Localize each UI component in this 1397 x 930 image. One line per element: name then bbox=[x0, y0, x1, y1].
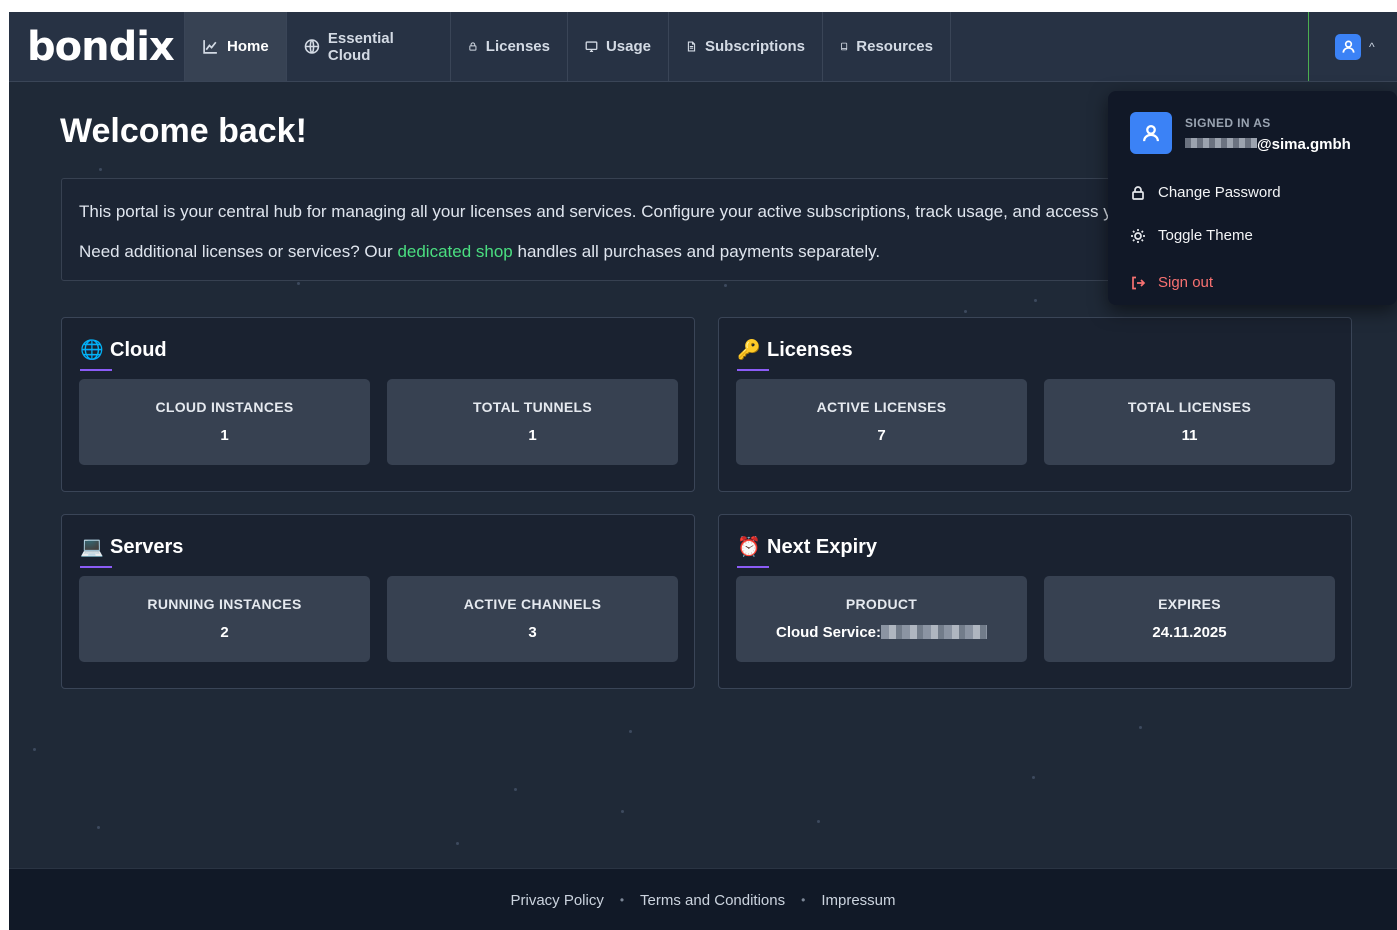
cloud-card: 🌐 Cloud CLOUD INSTANCES 1 TOTAL TUNNELS … bbox=[61, 317, 695, 492]
stat-label: TOTAL LICENSES bbox=[1127, 399, 1252, 415]
licenses-card-title: Licenses bbox=[767, 338, 853, 361]
app-frame: bondix Home Essential Cloud Licenses Usa… bbox=[9, 12, 1397, 930]
servers-card-header: 💻 Servers bbox=[80, 535, 183, 559]
title-underline bbox=[80, 566, 112, 568]
stat-total-licenses: TOTAL LICENSES 11 bbox=[1044, 379, 1335, 465]
user-avatar[interactable] bbox=[1335, 33, 1361, 60]
stat-value: 2 bbox=[220, 624, 229, 641]
footer: Privacy Policy • Terms and Conditions • … bbox=[9, 868, 1397, 930]
stat-label: RUNNING INSTANCES bbox=[147, 596, 302, 612]
page-title: Welcome back! bbox=[60, 112, 307, 150]
stat-value-product: Cloud Service: bbox=[736, 624, 1027, 641]
stat-running-instances: RUNNING INSTANCES 2 bbox=[79, 576, 370, 662]
servers-card-title: Servers bbox=[110, 535, 184, 558]
nav-subscriptions-label: Subscriptions bbox=[704, 38, 805, 55]
top-navbar: bondix Home Essential Cloud Licenses Usa… bbox=[9, 12, 1397, 82]
computer-icon: 💻 bbox=[80, 537, 104, 558]
nav-home[interactable]: Home bbox=[184, 12, 286, 81]
stat-label: TOTAL TUNNELS bbox=[472, 399, 592, 415]
user-icon bbox=[1143, 125, 1159, 142]
nav-subscriptions[interactable]: Subscriptions bbox=[668, 12, 822, 81]
toggle-theme-label: Toggle Theme bbox=[1158, 227, 1253, 244]
next-expiry-card-header: ⏰ Next Expiry bbox=[737, 535, 877, 559]
cloud-card-header: 🌐 Cloud bbox=[80, 338, 167, 362]
globe-icon: 🌐 bbox=[80, 340, 104, 361]
chart-line-icon bbox=[203, 40, 217, 54]
stat-active-channels: ACTIVE CHANNELS 3 bbox=[387, 576, 678, 662]
terms-link[interactable]: Terms and Conditions bbox=[640, 892, 785, 909]
nav-usage[interactable]: Usage bbox=[567, 12, 668, 81]
stat-expires: EXPIRES 24.11.2025 bbox=[1044, 576, 1335, 662]
nav-home-label: Home bbox=[227, 38, 269, 55]
user-menu-toggle[interactable]: ^ bbox=[1308, 12, 1397, 81]
stat-label: ACTIVE CHANNELS bbox=[463, 596, 602, 612]
stat-value: 24.11.2025 bbox=[1152, 624, 1227, 641]
stat-label: PRODUCT bbox=[845, 596, 918, 612]
user-dropdown-menu: SIGNED IN AS @sima.gmbh Change Password … bbox=[1108, 91, 1397, 305]
nav-essential-cloud-label: Essential Cloud bbox=[327, 29, 394, 64]
licenses-card: 🔑 Licenses ACTIVE LICENSES 7 TOTAL LICEN… bbox=[718, 317, 1352, 492]
lock-icon bbox=[469, 42, 477, 51]
redacted-username bbox=[1185, 138, 1257, 148]
redacted-product-name bbox=[881, 625, 988, 639]
stat-value: 7 bbox=[877, 427, 886, 444]
intro-text-1: This portal is your central hub for mana… bbox=[79, 202, 1208, 221]
stat-value: 3 bbox=[528, 624, 537, 641]
dedicated-shop-link[interactable]: dedicated shop bbox=[397, 242, 512, 261]
dropdown-avatar bbox=[1130, 112, 1172, 154]
stat-label: CLOUD INSTANCES bbox=[155, 399, 294, 415]
change-password-item[interactable]: Change Password bbox=[1130, 184, 1281, 201]
book-icon bbox=[841, 42, 848, 51]
user-icon bbox=[1342, 40, 1354, 53]
licenses-card-header: 🔑 Licenses bbox=[737, 338, 853, 362]
change-password-label: Change Password bbox=[1158, 184, 1281, 201]
nav-resources-label: Resources bbox=[856, 38, 933, 55]
intro-text-2-start: Need additional licenses or services? Ou… bbox=[79, 242, 398, 261]
stat-value: 11 bbox=[1181, 427, 1198, 444]
servers-card: 💻 Servers RUNNING INSTANCES 2 ACTIVE CHA… bbox=[61, 514, 695, 689]
product-name: Cloud Service: bbox=[775, 624, 882, 641]
privacy-policy-link[interactable]: Privacy Policy bbox=[510, 892, 603, 909]
next-expiry-card: ⏰ Next Expiry PRODUCT Cloud Service: EXP… bbox=[718, 514, 1352, 689]
nav-essential-cloud[interactable]: Essential Cloud bbox=[286, 12, 450, 81]
stat-cloud-instances: CLOUD INSTANCES 1 bbox=[79, 379, 370, 465]
title-underline bbox=[80, 369, 112, 371]
cloud-card-title: Cloud bbox=[110, 338, 167, 361]
title-underline bbox=[737, 369, 769, 371]
toggle-theme-item[interactable]: Toggle Theme bbox=[1130, 227, 1253, 244]
lock-icon bbox=[1132, 185, 1144, 200]
stat-total-tunnels: TOTAL TUNNELS 1 bbox=[387, 379, 678, 465]
intro-text-2-end: handles all purchases and payments separ… bbox=[512, 242, 881, 261]
document-icon bbox=[687, 41, 696, 52]
title-underline bbox=[737, 566, 769, 568]
nav-licenses[interactable]: Licenses bbox=[450, 12, 567, 81]
nav-usage-label: Usage bbox=[605, 38, 651, 55]
stat-product: PRODUCT Cloud Service: bbox=[736, 576, 1027, 662]
sun-icon bbox=[1131, 228, 1145, 243]
key-icon: 🔑 bbox=[737, 340, 761, 361]
next-expiry-card-title: Next Expiry bbox=[767, 535, 878, 558]
stat-value: 1 bbox=[528, 427, 537, 444]
alarm-clock-icon: ⏰ bbox=[737, 537, 761, 558]
stat-label: EXPIRES bbox=[1158, 596, 1221, 612]
user-email: @sima.gmbh bbox=[1185, 136, 1351, 153]
email-domain: @sima.gmbh bbox=[1257, 136, 1351, 153]
chevron-up-icon[interactable]: ^ bbox=[1369, 40, 1375, 54]
sign-out-item[interactable]: Sign out bbox=[1130, 274, 1213, 291]
sign-out-label: Sign out bbox=[1158, 274, 1214, 291]
globe-icon bbox=[304, 39, 320, 54]
stat-label: ACTIVE LICENSES bbox=[816, 399, 947, 415]
footer-separator: • bbox=[619, 893, 625, 907]
bondix-logo[interactable]: bondix bbox=[27, 24, 175, 70]
sign-out-icon bbox=[1132, 276, 1146, 289]
signed-in-label: SIGNED IN AS bbox=[1185, 116, 1271, 130]
intro-text-2: Need additional licenses or services? Ou… bbox=[79, 242, 880, 262]
footer-separator: • bbox=[801, 893, 806, 907]
stat-value: 1 bbox=[220, 427, 229, 444]
monitor-icon bbox=[585, 41, 598, 53]
impressum-link[interactable]: Impressum bbox=[821, 892, 895, 909]
stat-active-licenses: ACTIVE LICENSES 7 bbox=[736, 379, 1027, 465]
nav-resources[interactable]: Resources bbox=[822, 12, 951, 81]
nav-licenses-label: Licenses bbox=[485, 38, 550, 55]
